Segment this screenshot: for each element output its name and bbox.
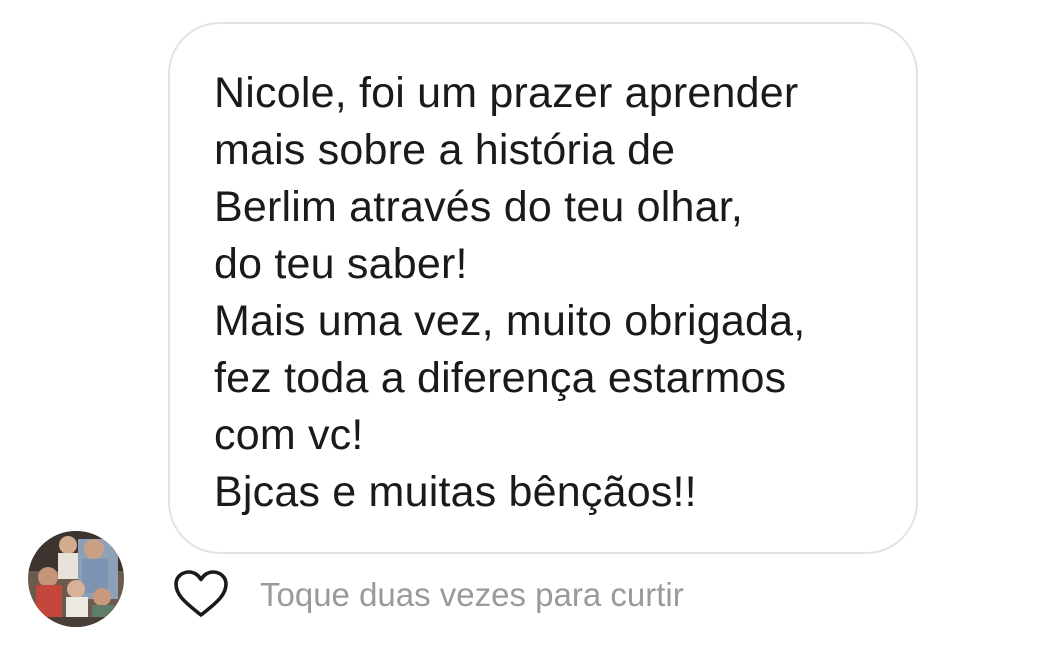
message-line: do teu saber! — [214, 240, 468, 288]
message-line: Berlim através do teu olhar, — [214, 183, 744, 231]
avatar-photo — [28, 531, 124, 627]
message-line: Nicole, foi um prazer aprender — [214, 69, 799, 117]
message-line: mais sobre a história de — [214, 126, 676, 174]
message-line: Bjcas e muitas bênçãos!! — [214, 468, 697, 516]
avatar[interactable] — [28, 531, 124, 627]
message-line: Mais uma vez, muito obrigada, — [214, 297, 806, 345]
message-line: fez toda a diferença estarmos — [214, 354, 787, 402]
message-text: Nicole, foi um prazer aprender mais sobr… — [214, 65, 805, 521]
message-line: com vc! — [214, 411, 364, 459]
heart-outline-icon[interactable] — [173, 570, 229, 618]
like-hint-text: Toque duas vezes para curtir — [260, 576, 684, 613]
